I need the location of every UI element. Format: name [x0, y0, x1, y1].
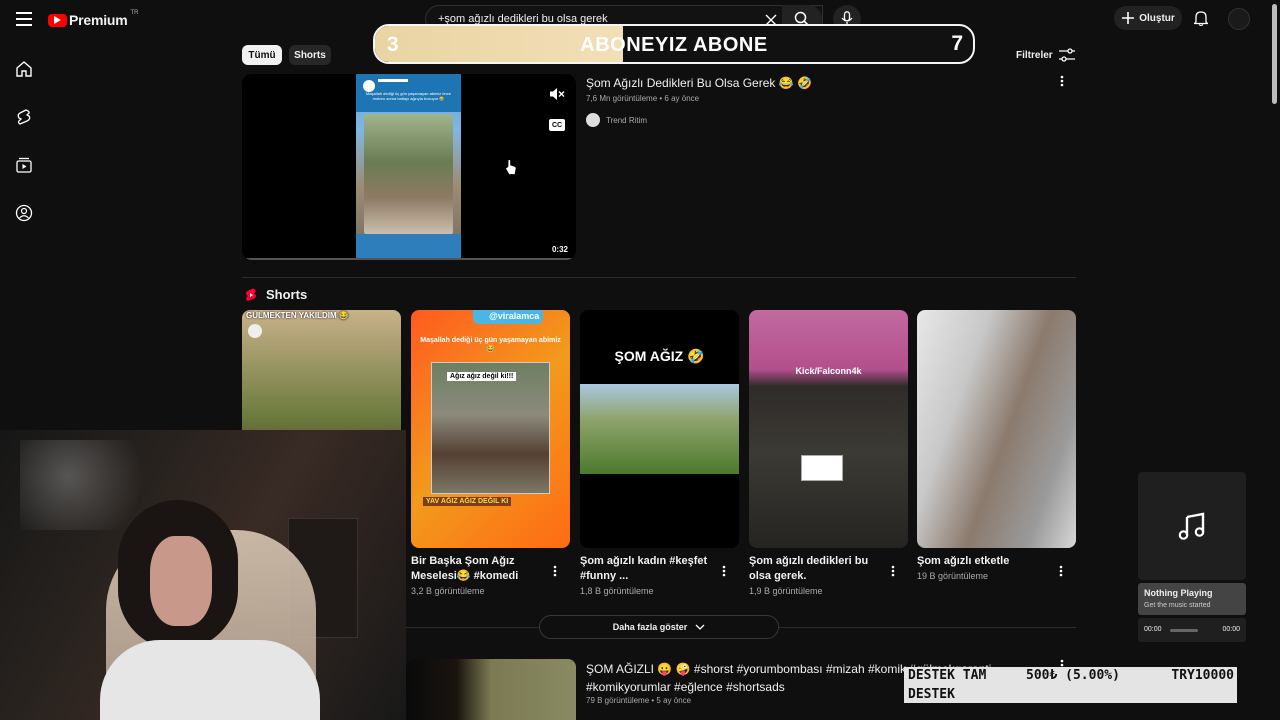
short-views: 3,2 B görüntüleme — [411, 586, 485, 596]
short-title[interactable]: Şom ağızlı etketle — [917, 554, 1047, 569]
short-more-icon[interactable] — [717, 564, 731, 578]
short-overlay-text: Kick/Falconn4k — [795, 366, 862, 376]
donation-amount: 500₺ (5.00%) — [1026, 668, 1120, 683]
chip-all[interactable]: Tümü — [242, 45, 282, 65]
short-more-icon[interactable] — [1054, 564, 1068, 578]
show-more-button[interactable]: Daha fazla göster — [539, 615, 779, 639]
donation-line1: DESTEK TAM — [908, 668, 987, 683]
short-overlay-text: ŞOM AĞIZ 🤣 — [614, 348, 705, 364]
create-button[interactable]: Oluştur — [1114, 6, 1182, 30]
donation-goal: TRY10000 — [1171, 668, 1234, 683]
youtube-play-icon — [48, 13, 67, 27]
video-more-icon[interactable] — [1055, 74, 1069, 88]
section-divider — [242, 277, 1076, 278]
account-icon[interactable] — [12, 201, 36, 225]
video2-age: 5 ay önce — [656, 696, 692, 705]
short-more-icon[interactable] — [886, 564, 900, 578]
short-bottom-caption: YAV AĞIZ AĞIZ DEĞIL KI — [423, 497, 512, 506]
filters-label: Filtreler — [1016, 49, 1053, 61]
shorts-logo-icon — [244, 287, 258, 302]
chevron-down-icon — [695, 623, 705, 631]
shorts-nav-icon[interactable] — [12, 105, 36, 129]
music-status-subtitle: Get the music started — [1144, 602, 1211, 609]
music-time-end: 00:00 — [1222, 626, 1240, 633]
subscriber-goal-overlay: 3 ABONEYIZ ABONE 7 — [373, 24, 975, 64]
short-thumbnail[interactable] — [917, 310, 1076, 548]
music-artwork — [1138, 472, 1246, 580]
music-widget: Nothing Playing Get the music started 00… — [1138, 472, 1246, 642]
short-card[interactable]: Kick/Falconn4k Şom ağızlı dedikleri bu o… — [749, 310, 908, 596]
video-duration: 0:32 — [551, 245, 568, 254]
menu-icon[interactable] — [14, 9, 34, 29]
home-icon[interactable] — [12, 57, 36, 81]
shorts-shelf-header: Shorts — [244, 287, 307, 302]
country-badge: TR — [130, 10, 139, 16]
create-label: Oluştur — [1139, 12, 1175, 24]
logo-text: Premium — [69, 12, 128, 28]
preview-caption: Maşallah dediği üç gün yaşamayan abimiz … — [366, 91, 451, 101]
video2-meta: 79 B görüntüleme • 5 ay önce — [586, 696, 692, 705]
short-views: 1,9 B görüntüleme — [749, 586, 823, 596]
mute-icon[interactable] — [548, 85, 566, 103]
webcam-overlay — [0, 430, 406, 720]
video2-thumbnail[interactable] — [406, 659, 576, 720]
donation-goal-bar: DESTEK TAM 500₺ (5.00%) TRY10000 DESTEK — [904, 667, 1237, 703]
short-views: 19 B görüntüleme — [917, 571, 989, 581]
video-progress-bar[interactable] — [242, 258, 576, 260]
short-title[interactable]: Şom ağızlı kadın #keşfet #funny ... — [580, 554, 710, 584]
mouse-cursor — [505, 159, 517, 181]
shorts-heading: Shorts — [266, 287, 308, 302]
chip-shorts[interactable]: Shorts — [289, 45, 331, 65]
video-meta: 7,6 Mn görüntüleme • 6 ay önce — [586, 94, 700, 103]
short-handle: @viralamca — [489, 311, 540, 321]
short-more-icon[interactable] — [548, 564, 562, 578]
channel-avatar — [586, 113, 600, 127]
subscriptions-icon[interactable] — [12, 153, 36, 177]
video-preview-frame: Maşallah dediği üç gün yaşamayan abimiz … — [356, 74, 461, 260]
donation-line2: DESTEK — [908, 687, 955, 702]
music-time-start: 00:00 — [1144, 626, 1162, 633]
music-progress-track[interactable] — [1170, 629, 1198, 632]
short-card[interactable]: ŞOM AĞIZ 🤣 Şom ağızlı kadın #keşfet #fun… — [580, 310, 739, 596]
short-title[interactable]: Şom ağızlı dedikleri bu olsa gerek. — [749, 554, 879, 584]
short-card[interactable]: Şom ağızlı etketle 19 B görüntüleme — [917, 310, 1076, 581]
avatar[interactable] — [1228, 8, 1250, 30]
music-note-icon — [1177, 511, 1207, 541]
short-caption: Ağız ağız değil ki!!! — [447, 372, 517, 381]
short-views: 1,8 B görüntüleme — [580, 586, 654, 596]
short-card[interactable]: @viralamca Maşallah dediği üç gün yaşama… — [411, 310, 570, 596]
show-more-label: Daha fazla göster — [612, 622, 688, 632]
short-thumbnail[interactable]: @viralamca Maşallah dediği üç gün yaşama… — [411, 310, 570, 548]
short-overlay-text: GÜLMEKTEN YAKILDIM 😂 — [246, 311, 349, 320]
video-title[interactable]: Şom Ağızlı Dedikleri Bu Olsa Gerek 😂 🤣 — [586, 76, 812, 90]
plus-icon — [1121, 11, 1135, 25]
channel-name: Trend Ritim — [606, 115, 648, 125]
video-thumbnail-player[interactable]: Maşallah dediği üç gün yaşamayan abimiz … — [242, 74, 576, 260]
video2-views: 79 B görüntüleme — [586, 696, 650, 705]
music-status-title: Nothing Playing — [1144, 588, 1213, 598]
youtube-logo[interactable]: Premium TR — [48, 10, 139, 29]
captions-icon[interactable]: CC — [549, 119, 565, 131]
filters-button[interactable]: Filtreler — [1016, 48, 1075, 62]
goal-target-count: 7 — [951, 32, 963, 55]
video-age: 6 ay önce — [664, 94, 700, 103]
music-status: Nothing Playing Get the music started — [1138, 583, 1246, 615]
music-timeline: 00:00 00:00 — [1138, 618, 1246, 642]
short-subtext: Maşallah dediği üç gün yaşamayan abimiz … — [420, 337, 561, 353]
video-views: 7,6 Mn görüntüleme — [586, 94, 658, 103]
notifications-icon[interactable] — [1192, 9, 1210, 27]
short-thumbnail[interactable]: Kick/Falconn4k — [749, 310, 908, 548]
short-title[interactable]: Bir Başka Şom Ağız Meselesi😂 #komedi — [411, 554, 541, 584]
goal-title: ABONEYIZ ABONE — [580, 34, 768, 56]
sliders-icon — [1058, 48, 1075, 62]
short-thumbnail[interactable]: ŞOM AĞIZ 🤣 — [580, 310, 739, 548]
page-scrollbar[interactable] — [1272, 4, 1277, 104]
channel-link[interactable]: Trend Ritim — [586, 113, 647, 127]
